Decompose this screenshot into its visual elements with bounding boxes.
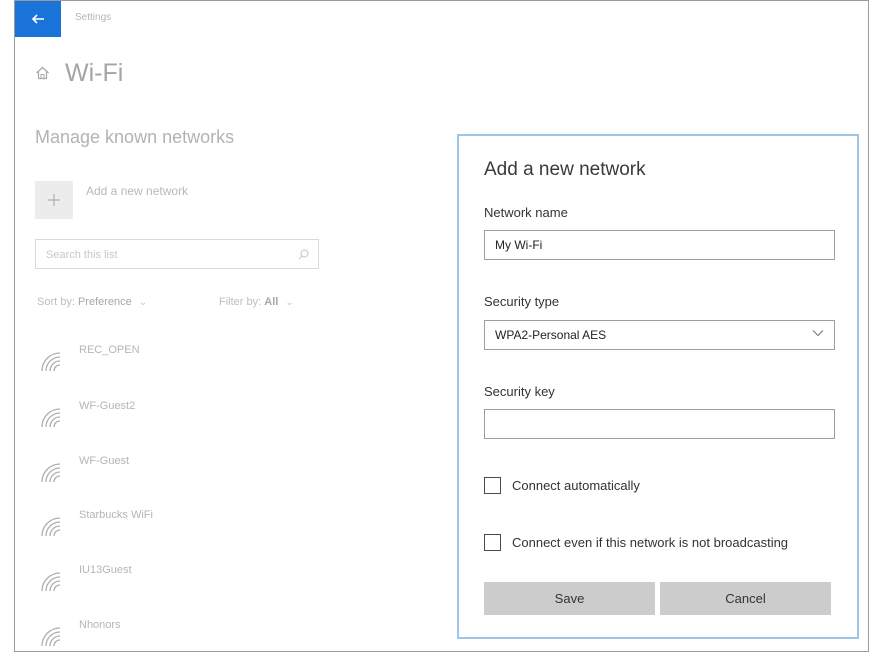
network-name: Starbucks WiFi [79, 509, 153, 521]
search-placeholder: Search this list [46, 249, 118, 261]
network-item[interactable]: IU13Guest [39, 564, 279, 604]
app-title: Settings [75, 12, 112, 23]
page-title: Wi-Fi [65, 59, 124, 87]
network-name-label: Network name [484, 205, 568, 220]
network-item[interactable]: WF-Guest2 [39, 400, 279, 440]
wifi-icon [41, 352, 61, 372]
filter-dropdown[interactable]: Filter by: All ⌄ [219, 296, 294, 308]
security-key-field[interactable] [484, 409, 835, 439]
dialog-title: Add a new network [484, 159, 646, 180]
wifi-icon [41, 572, 61, 592]
connect-automatically-checkbox[interactable] [484, 477, 501, 494]
network-item[interactable]: WF-Guest [39, 455, 279, 495]
chevron-down-icon [812, 330, 824, 337]
network-name-value: My Wi-Fi [495, 238, 543, 252]
search-icon[interactable] [298, 249, 309, 260]
network-name: REC_OPEN [79, 344, 140, 356]
connect-automatically-label[interactable]: Connect automatically [512, 478, 640, 493]
cancel-button[interactable]: Cancel [660, 582, 831, 615]
network-item[interactable]: REC_OPEN [39, 344, 279, 384]
sort-value: Preference [77, 296, 132, 308]
network-item[interactable]: Starbucks WiFi [39, 509, 279, 549]
security-type-value: WPA2-Personal AES [495, 328, 607, 342]
wifi-icon [41, 517, 61, 537]
title-bar: Settings [15, 1, 868, 37]
wifi-icon [41, 463, 61, 483]
plus-icon [48, 194, 60, 206]
section-heading: Manage known networks [35, 127, 235, 147]
chevron-down-icon: ⌄ [285, 297, 294, 308]
connect-not-broadcasting-checkbox[interactable] [484, 534, 501, 551]
wifi-icon [41, 408, 61, 428]
sort-dropdown[interactable]: Sort by: Preference ⌄ [37, 296, 147, 308]
network-name: Nhonors [79, 619, 121, 631]
settings-window: Settings Wi-Fi Manage known networks Add… [14, 0, 869, 652]
security-type-select[interactable]: WPA2-Personal AES [484, 320, 835, 350]
security-key-label: Security key [484, 384, 555, 399]
connect-not-broadcasting-label[interactable]: Connect even if this network is not broa… [512, 535, 788, 550]
add-network-label[interactable]: Add a new network [86, 184, 188, 198]
network-name: IU13Guest [79, 564, 132, 576]
add-network-dialog: Add a new network Network name My Wi-Fi … [457, 134, 859, 639]
network-name: WF-Guest [79, 455, 130, 467]
filter-value: All [264, 296, 279, 308]
back-button[interactable] [15, 1, 61, 37]
search-input[interactable]: Search this list [35, 239, 319, 269]
network-item[interactable]: Nhonors [39, 619, 279, 651]
filter-label: Filter by: [219, 296, 262, 308]
back-arrow-icon [31, 14, 44, 24]
add-network-button[interactable] [35, 181, 73, 219]
network-name-field[interactable]: My Wi-Fi [484, 230, 835, 260]
save-button[interactable]: Save [484, 582, 655, 615]
chevron-down-icon: ⌄ [138, 297, 148, 308]
home-icon [36, 66, 49, 80]
sort-label: Sort by: [37, 296, 75, 308]
wifi-icon [41, 627, 61, 647]
security-type-label: Security type [484, 294, 560, 309]
network-name: WF-Guest2 [79, 400, 136, 412]
